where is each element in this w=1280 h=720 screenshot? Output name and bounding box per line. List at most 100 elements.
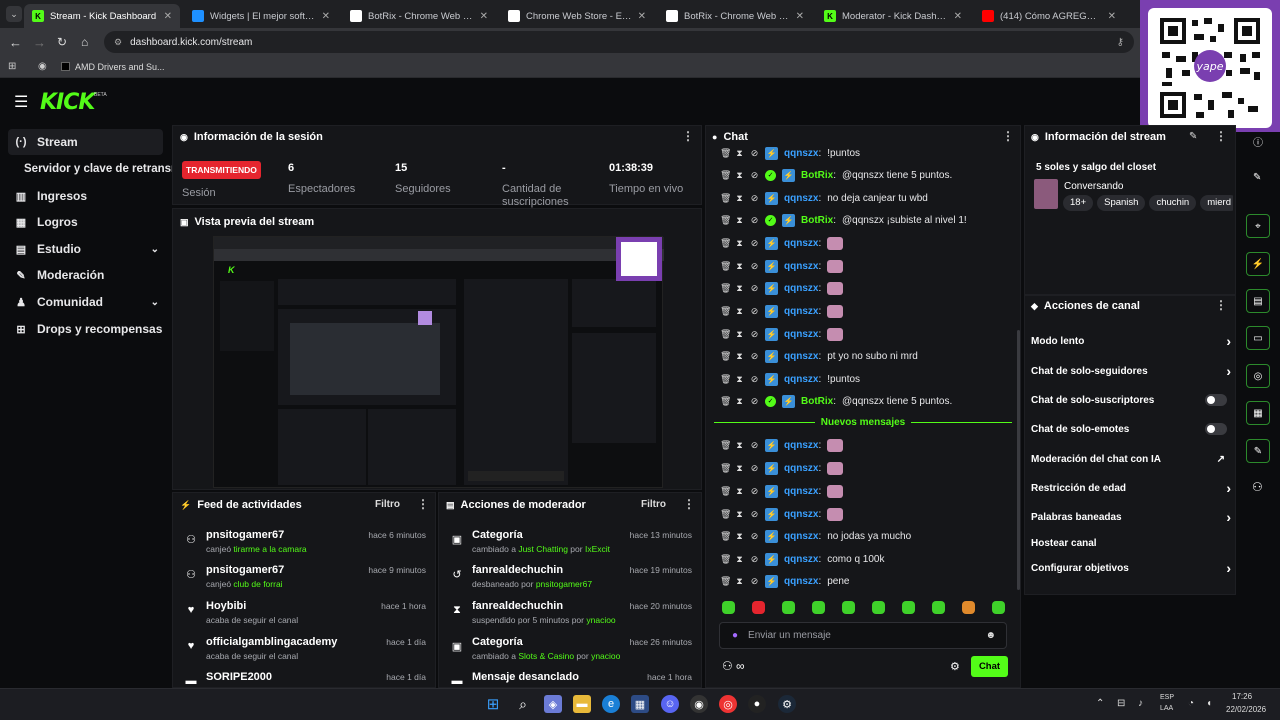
delete-icon[interactable]: 🗑 [720, 531, 731, 542]
chat-username[interactable]: BotRix [801, 396, 833, 407]
channel-action[interactable]: Chat de solo-seguidores › [1031, 363, 1231, 379]
chat-message[interactable]: 🗑 ⧗ ⊘ ⚡ qqnszx: como q 100k [720, 549, 1020, 569]
close-tab-icon[interactable]: ✕ [954, 11, 962, 22]
chat-username[interactable]: qqnszx [784, 283, 818, 294]
activity-highlight[interactable]: tirarme a la camara [233, 544, 306, 554]
mod-filter-button[interactable]: Filtro [641, 499, 666, 510]
infinity-icon[interactable]: ∞ [736, 659, 745, 673]
activity-row[interactable]: ▣ Categoría hace 26 minutos cambiado a Slot… [446, 634, 698, 670]
session-more-icon[interactable]: ⋮ [682, 129, 694, 143]
chat-message[interactable]: 🗑 ⧗ ⊘ ⚡ qqnszx: [720, 504, 1020, 524]
activity-row[interactable]: ⧗ fanrealdechuchin hace 20 minutos suspendi… [446, 598, 698, 634]
stream-tag[interactable]: Spanish [1097, 195, 1146, 211]
ban-icon[interactable]: ⊘ [750, 531, 759, 542]
info-rail-icon[interactable]: ⓘ [1253, 134, 1263, 149]
chat-message[interactable]: 🗑 ⧗ ⊘ ⚡ qqnszx: [720, 233, 1020, 253]
stream-info-more-icon[interactable]: ⋮ [1215, 129, 1227, 143]
rail-chat-icon[interactable]: ▭ [1246, 326, 1270, 350]
delete-icon[interactable]: 🗑 [720, 463, 731, 474]
sidebar-item[interactable]: ▤ Estudio ⌄ [8, 236, 163, 262]
tray-mic-icon[interactable]: ♪ [1138, 698, 1143, 709]
delete-icon[interactable]: 🗑 [720, 509, 731, 520]
mod-more-icon[interactable]: ⋮ [683, 497, 695, 511]
close-tab-icon[interactable]: ✕ [1108, 11, 1116, 22]
timeout-icon[interactable]: ⧗ [735, 170, 744, 181]
browser-tab[interactable]: (414) Cómo AGREGAR el CHAT ✕ [974, 4, 1124, 28]
timeout-icon[interactable]: ⧗ [735, 531, 744, 542]
ban-icon[interactable]: ⊘ [750, 576, 759, 587]
timeout-icon[interactable]: ⧗ [735, 440, 744, 451]
timeout-icon[interactable]: ⧗ [735, 486, 744, 497]
timeout-icon[interactable]: ⧗ [735, 193, 744, 204]
tab-list-button[interactable]: ⌄ [6, 6, 22, 22]
delete-icon[interactable]: 🗑 [720, 261, 731, 272]
channel-action[interactable]: Hostear canal [1031, 536, 1231, 550]
timeout-icon[interactable]: ⧗ [735, 329, 744, 340]
delete-icon[interactable]: 🗑 [720, 306, 731, 317]
activity-highlight[interactable]: ynacioo [586, 615, 615, 625]
timeout-icon[interactable]: ⧗ [735, 463, 744, 474]
timeout-icon[interactable]: ⧗ [735, 283, 744, 294]
sidebar-item[interactable]: ▥ Ingresos [8, 183, 163, 209]
timeout-icon[interactable]: ⧗ [735, 554, 744, 565]
channel-action[interactable]: Moderación del chat con IA ↗ [1031, 452, 1231, 466]
chrome-icon[interactable]: ◎ [719, 695, 737, 713]
browser-tab[interactable]: K Moderator - Kick Dashboard ✕ [816, 4, 970, 28]
channel-action[interactable]: Chat de solo-emotes [1031, 422, 1231, 436]
url-field[interactable]: ⚙ dashboard.kick.com/stream ⚷ [104, 31, 1134, 53]
steam-icon[interactable]: ⚙ [778, 695, 796, 713]
activity-highlight[interactable]: club de forrai [233, 579, 282, 589]
toggle-switch[interactable] [1205, 394, 1227, 406]
channel-action[interactable]: Chat de solo-suscriptores [1031, 393, 1231, 407]
browser-tab[interactable]: K Stream - Kick Dashboard ✕ [24, 4, 180, 28]
tray-lang[interactable]: ESP [1160, 694, 1174, 701]
tray-wifi-icon[interactable]: ◔ [1188, 698, 1194, 709]
stream-tag[interactable]: mierd [1200, 195, 1233, 211]
emote-pick-icon[interactable] [872, 601, 885, 614]
delete-icon[interactable]: 🗑 [720, 440, 731, 451]
close-tab-icon[interactable]: ✕ [164, 11, 172, 22]
emote-pick-icon[interactable] [782, 601, 795, 614]
chat-more-icon[interactable]: ⋮ [1002, 129, 1014, 143]
activity-highlight[interactable]: ynacioo [591, 651, 620, 661]
site-info-icon[interactable]: ⚙ [114, 37, 122, 48]
rail-layers-icon[interactable]: ▦ [1246, 401, 1270, 425]
timeout-icon[interactable]: ⧗ [735, 306, 744, 317]
timeout-icon[interactable]: ⧗ [735, 148, 744, 159]
chat-message[interactable]: 🗑 ⧗ ⊘ ⚡ qqnszx: [720, 435, 1020, 455]
chat-message[interactable]: 🗑 ⧗ ⊘ ⚡ qqnszx: [720, 481, 1020, 501]
ban-icon[interactable]: ⊘ [750, 396, 759, 407]
activity-row[interactable]: ♥ Hoybibi hace 1 hora acaba de seguir el ca… [180, 598, 432, 634]
tray-network-icon[interactable]: ⊟ [1117, 698, 1125, 709]
windows-start-icon[interactable]: ⊞ [484, 695, 502, 713]
chevron-right-icon[interactable]: › [1226, 333, 1231, 349]
chat-username[interactable]: qqnszx [784, 554, 818, 565]
chat-message[interactable]: 🗑 ⧗ ⊘ ⚡ qqnszx: no jodas ya mucho [720, 526, 1020, 546]
chat-username[interactable]: qqnszx [784, 576, 818, 587]
browser-tab[interactable]: Widgets | El mejor software par ✕ [184, 4, 338, 28]
channel-action[interactable]: Configurar objetivos › [1031, 560, 1231, 576]
activity-highlight[interactable]: Just Chatting [518, 544, 568, 554]
tray-time[interactable]: 17:26 [1232, 692, 1252, 701]
ban-icon[interactable]: ⊘ [750, 261, 759, 272]
timeout-icon[interactable]: ⧗ [735, 351, 744, 362]
ban-icon[interactable]: ⊘ [750, 193, 759, 204]
close-tab-icon[interactable]: ✕ [796, 11, 804, 22]
mic-icon[interactable]: ● [732, 630, 738, 641]
sidebar-item[interactable]: ♟ Comunidad ⌄ [8, 289, 163, 315]
emote-pick-icon[interactable] [992, 601, 1005, 614]
delete-icon[interactable]: 🗑 [720, 374, 731, 385]
chevron-right-icon[interactable]: › [1226, 509, 1231, 525]
stream-preview[interactable]: K [213, 236, 664, 488]
edit-icon[interactable]: ✎ [1189, 131, 1197, 142]
timeout-icon[interactable]: ⧗ [735, 396, 744, 407]
activity-row[interactable]: ♥ officialgamblingacademy hace 1 día acaba … [180, 634, 432, 670]
chat-send-button[interactable]: Chat [971, 656, 1008, 677]
rail-bolt-icon[interactable]: ⚡ [1246, 252, 1270, 276]
ban-icon[interactable]: ⊘ [750, 463, 759, 474]
emote-pick-icon[interactable] [962, 601, 975, 614]
delete-icon[interactable]: 🗑 [720, 486, 731, 497]
timeout-icon[interactable]: ⧗ [735, 238, 744, 249]
chat-settings-icon[interactable]: ⚙ [950, 660, 960, 673]
sidebar-item[interactable]: ✎ Moderación [8, 262, 163, 288]
